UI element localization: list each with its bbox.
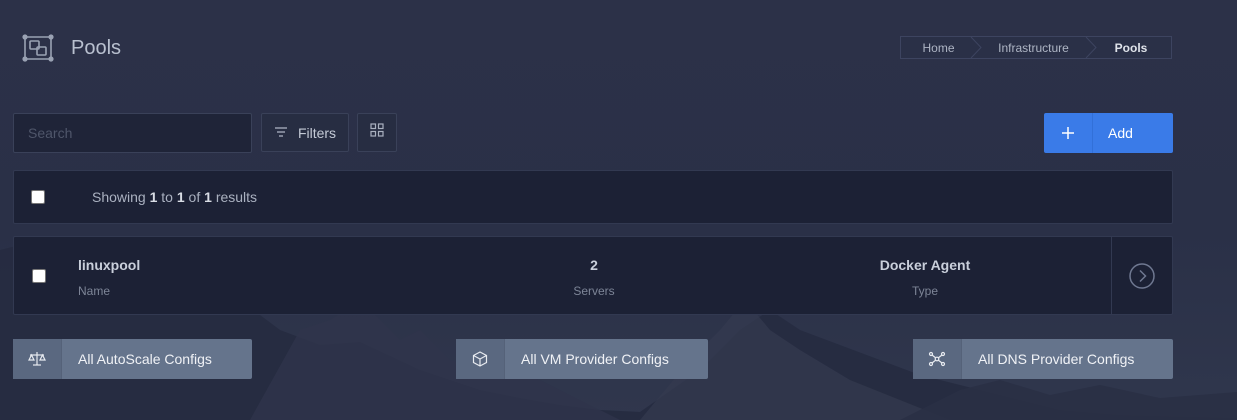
results-bar: Showing 1 to 1 of 1 results	[13, 170, 1173, 224]
scale-icon	[13, 339, 62, 379]
row-divider	[1111, 237, 1112, 314]
plus-icon	[1044, 113, 1093, 153]
pool-type-cell: Docker Agent Type	[850, 257, 1000, 298]
pool-name-label: Name	[78, 284, 111, 298]
page-header: Pools	[22, 33, 121, 63]
breadcrumb-label: Infrastructure	[998, 40, 1069, 55]
results-total: 1	[204, 189, 212, 205]
grid-view-button[interactable]	[357, 113, 397, 152]
filters-label: Filters	[297, 124, 337, 141]
pool-name-cell: linuxpool Name	[78, 257, 140, 298]
results-of-word: of	[188, 189, 201, 205]
breadcrumb-infrastructure[interactable]: Infrastructure	[976, 37, 1097, 58]
chevron-right-circle-icon[interactable]	[1128, 262, 1156, 290]
results-prefix: Showing	[92, 189, 146, 205]
pool-servers-label: Servers	[573, 284, 615, 298]
pool-servers-cell: 2 Servers	[544, 257, 644, 298]
network-icon	[913, 339, 962, 379]
table-row[interactable]: linuxpool Name 2 Servers Docker Agent Ty…	[13, 236, 1173, 315]
results-suffix: results	[215, 189, 258, 205]
filter-icon	[274, 125, 288, 141]
vm-provider-configs-label: All VM Provider Configs	[521, 351, 669, 367]
results-summary: Showing 1 to 1 of 1 results	[92, 189, 257, 205]
dns-provider-configs-label: All DNS Provider Configs	[978, 351, 1135, 367]
add-label: Add	[1108, 125, 1133, 141]
breadcrumb-label: Home	[922, 40, 955, 55]
autoscale-configs-label: All AutoScale Configs	[78, 351, 212, 367]
add-button[interactable]: Add	[1044, 113, 1173, 153]
select-all-checkbox[interactable]	[31, 190, 45, 204]
breadcrumb-home[interactable]: Home	[901, 37, 982, 58]
results-to-word: to	[161, 189, 173, 205]
breadcrumb: Home Infrastructure Pools	[900, 36, 1172, 59]
row-checkbox[interactable]	[32, 269, 46, 283]
breadcrumb-current: Pools	[1091, 37, 1171, 58]
pool-servers: 2	[590, 257, 598, 273]
autoscale-configs-button[interactable]: All AutoScale Configs	[13, 339, 252, 379]
pool-type: Docker Agent	[879, 257, 971, 273]
search-input[interactable]	[13, 113, 252, 153]
pool-type-label: Type	[911, 284, 938, 298]
pool-name: linuxpool	[78, 257, 141, 273]
vm-provider-configs-button[interactable]: All VM Provider Configs	[456, 339, 708, 379]
results-from: 1	[149, 189, 158, 205]
page-title: Pools	[71, 36, 122, 59]
chevron-right-icon	[1085, 37, 1097, 58]
results-to: 1	[176, 189, 185, 205]
breadcrumb-label: Pools	[1114, 40, 1148, 55]
cube-icon	[456, 339, 505, 379]
filters-button[interactable]: Filters	[261, 113, 349, 152]
pool-icon	[22, 33, 54, 63]
grid-icon	[370, 123, 384, 142]
dns-provider-configs-button[interactable]: All DNS Provider Configs	[913, 339, 1173, 379]
chevron-right-icon	[970, 37, 982, 58]
